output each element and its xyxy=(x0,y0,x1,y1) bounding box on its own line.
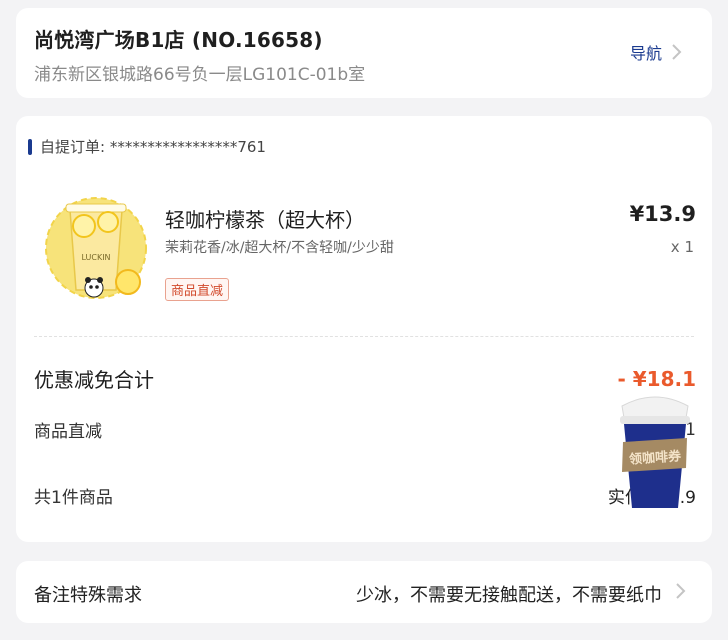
divider xyxy=(34,336,694,337)
store-card: 尚悦湾广场B1店 (NO.16658) 浦东新区银城路66号负一层LG101C-… xyxy=(16,8,712,98)
product-quantity: x 1 xyxy=(670,238,694,256)
navigate-button[interactable]: 导航 xyxy=(630,40,684,64)
chevron-right-icon xyxy=(672,44,682,60)
discount-total-row: 优惠减免合计 - ¥18.1 xyxy=(34,364,696,393)
product-name: 轻咖柠檬茶（超大杯） xyxy=(165,208,365,232)
discount-tag: 商品直减 xyxy=(165,278,230,301)
notes-card[interactable]: 备注特殊需求 少冰，不需要无接触配送，不需要纸巾 xyxy=(16,561,712,623)
product-specs: 茉莉花香/冰/超大杯/不含轻咖/少少甜 xyxy=(165,240,394,256)
navigate-label: 导航 xyxy=(629,44,662,63)
store-name: 尚悦湾广场B1店 (NO.16658) xyxy=(34,28,323,52)
order-header: 自提订单: *****************761 xyxy=(28,136,266,157)
direct-discount-label: 商品直减 xyxy=(34,422,102,442)
pickup-order-label: 自提订单: *****************761 xyxy=(40,138,266,156)
product-price: ¥13.9 xyxy=(629,202,696,226)
total-items-label: 共1件商品 xyxy=(34,488,113,508)
coupon-float-button[interactable]: 领咖啡券 xyxy=(616,384,694,510)
direct-discount-row: 商品直减 -¥18.1 xyxy=(34,417,696,443)
chevron-right-icon xyxy=(676,583,686,599)
cup-brand: LUCKIN xyxy=(81,253,110,262)
order-card: 自提订单: *****************761 LUCKIN 轻咖柠檬茶（… xyxy=(16,116,712,542)
product-image: LUCKIN xyxy=(45,197,147,299)
accent-bar xyxy=(28,138,32,155)
store-address: 浦东新区银城路66号负一层LG101C-01b室 xyxy=(34,65,366,85)
notes-value: 少冰，不需要无接触配送，不需要纸巾 xyxy=(356,585,662,606)
discount-total-label: 优惠减免合计 xyxy=(34,368,154,392)
notes-label: 备注特殊需求 xyxy=(34,585,142,606)
total-row: 共1件商品 实付 ¥13.9 xyxy=(34,483,696,508)
